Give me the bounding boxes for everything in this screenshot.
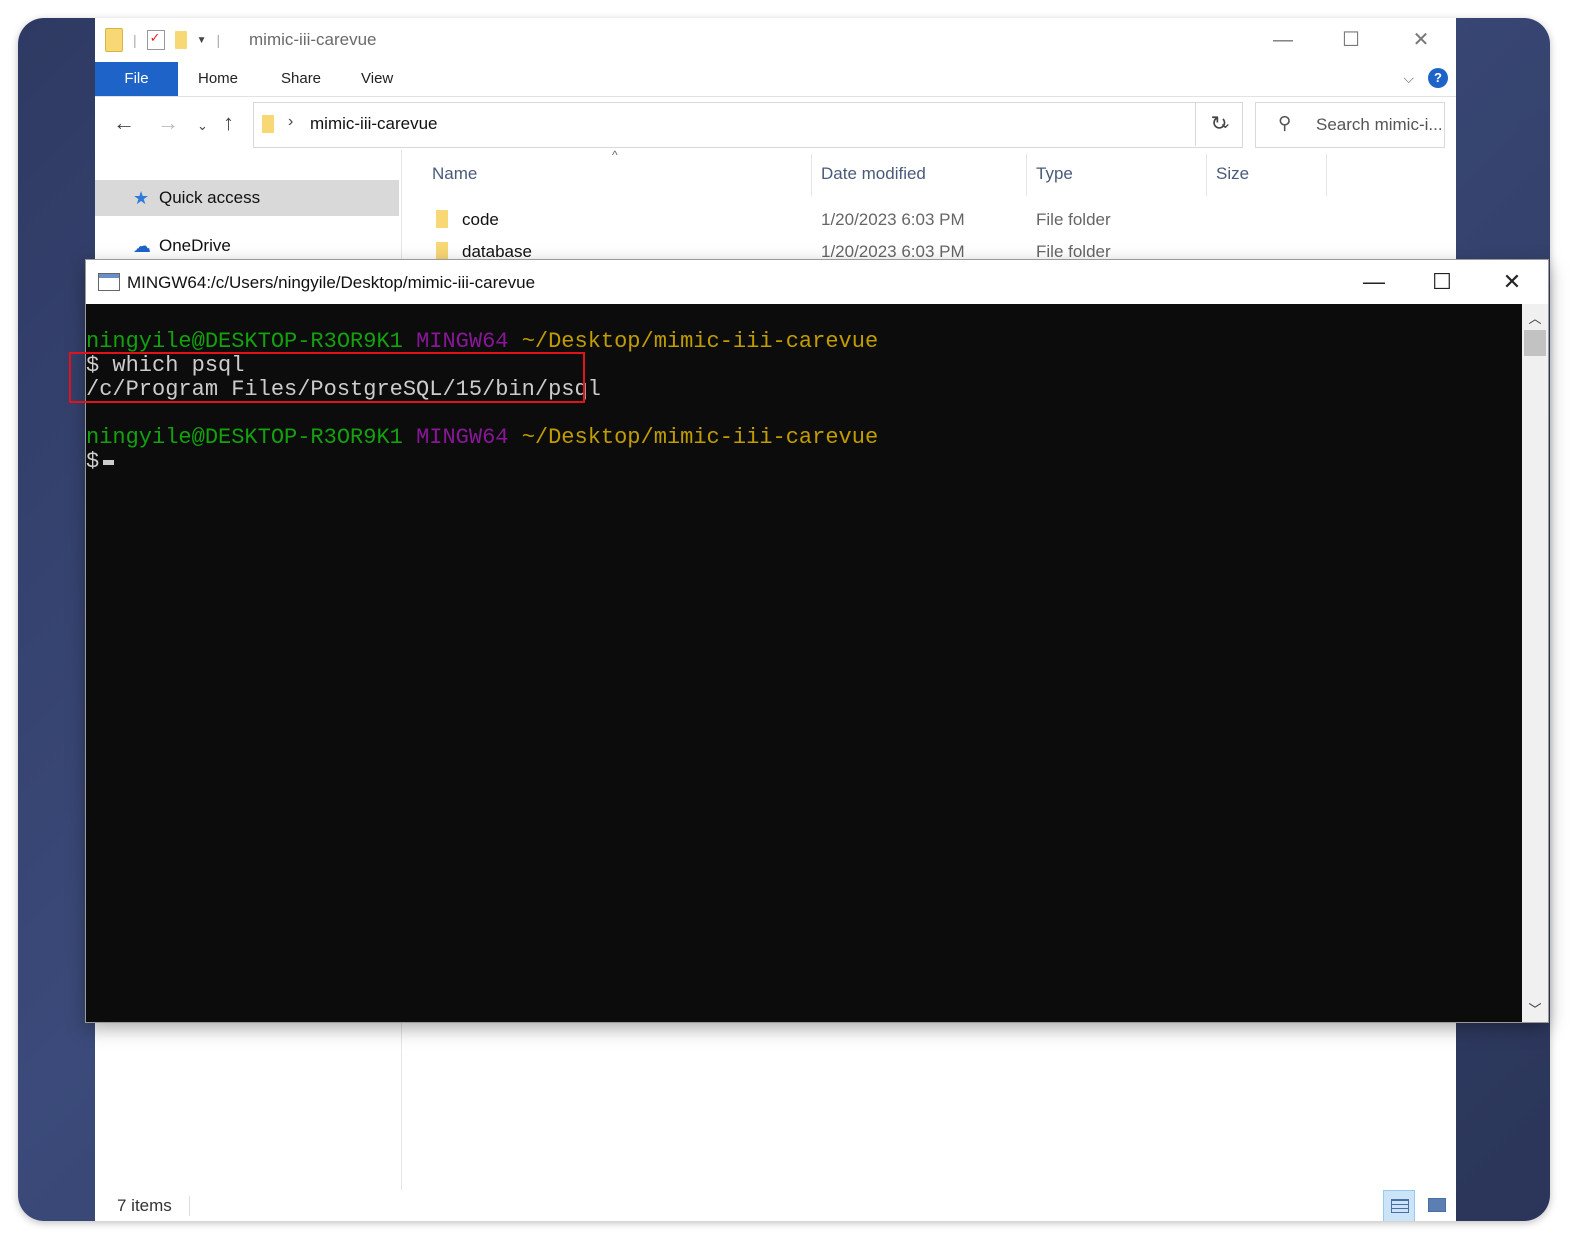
large-icons-view-button[interactable]	[1421, 1190, 1451, 1220]
help-icon[interactable]: ?	[1428, 68, 1448, 88]
quick-access-toolbar: | ▼ |	[105, 28, 220, 52]
maximize-button[interactable]: ☐	[1331, 26, 1371, 54]
expand-ribbon-icon[interactable]: ⌵	[1403, 70, 1414, 87]
status-bar: 7 items	[95, 1190, 1456, 1221]
prompt-env: MINGW64	[416, 425, 509, 450]
file-type: File folder	[1036, 242, 1111, 261]
column-header-size[interactable]: Size	[1216, 164, 1249, 184]
navigation-bar: ← → ⌄ ↑ › mimic-iii-carevue ⌄ ↻ ⚲ Search…	[95, 102, 1456, 150]
folder-icon[interactable]	[105, 28, 123, 52]
refresh-button[interactable]: ↻	[1195, 102, 1242, 146]
close-button[interactable]: ✕	[1401, 26, 1441, 54]
scrollbar-thumb[interactable]	[1524, 330, 1546, 356]
column-header-name[interactable]: Name	[432, 164, 477, 184]
terminal-close-button[interactable]: ✕	[1490, 268, 1534, 296]
back-arrow-icon[interactable]: ←	[113, 110, 135, 136]
terminal-output[interactable]: ningyile@DESKTOP-R3OR9K1 MINGW64 ~/Deskt…	[86, 304, 1522, 1022]
sort-ascending-icon: ^	[612, 148, 618, 162]
folder-icon	[436, 210, 448, 228]
ribbon-tabs: File Home Share View ⌵ ?	[95, 62, 1456, 97]
chevron-right-icon[interactable]: ›	[288, 113, 293, 131]
table-row[interactable]: code 1/20/2023 6:03 PM File folder	[402, 204, 1452, 236]
star-icon: ★	[133, 188, 150, 208]
details-view-icon	[1391, 1199, 1409, 1213]
sidebar-item-label: Quick access	[159, 188, 261, 207]
minimize-button[interactable]: —	[1263, 26, 1303, 54]
recent-locations-icon[interactable]: ⌄	[197, 118, 208, 134]
sidebar-item-onedrive[interactable]: ☁ OneDrive	[95, 228, 399, 264]
search-icon: ⚲	[1278, 113, 1292, 133]
file-type: File folder	[1036, 210, 1111, 229]
scroll-up-icon[interactable]: ︿	[1522, 308, 1548, 327]
file-date: 1/20/2023 6:03 PM	[821, 210, 965, 229]
prompt-env: MINGW64	[416, 329, 509, 354]
column-header-date[interactable]: Date modified	[821, 164, 926, 184]
folder-icon	[262, 115, 274, 133]
terminal-minimize-button[interactable]: —	[1352, 268, 1396, 296]
address-path[interactable]: mimic-iii-carevue	[310, 114, 438, 134]
file-name: database	[462, 242, 532, 261]
address-bar[interactable]: › mimic-iii-carevue ⌄	[253, 102, 1243, 148]
file-name: code	[462, 210, 499, 229]
window-title: mimic-iii-carevue	[249, 30, 377, 49]
cloud-icon: ☁	[133, 236, 151, 256]
tab-share[interactable]: Share	[281, 62, 321, 96]
prompt-line: ningyile@DESKTOP-R3OR9K1 MINGW64 ~/Deskt…	[86, 330, 878, 354]
prompt-symbol: $	[86, 449, 100, 474]
sidebar-item-label: OneDrive	[159, 236, 231, 255]
explorer-titlebar: | ▼ | mimic-iii-carevue — ☐ ✕	[95, 18, 1456, 62]
file-date: 1/20/2023 6:03 PM	[821, 242, 965, 261]
folder-icon	[436, 242, 448, 260]
up-arrow-icon[interactable]: ↑	[223, 110, 234, 136]
large-icons-view-icon	[1428, 1198, 1446, 1212]
tab-view[interactable]: View	[361, 62, 393, 96]
search-input[interactable]: ⚲ Search mimic-i...	[1255, 102, 1445, 148]
terminal-maximize-button[interactable]: ☐	[1420, 268, 1464, 296]
details-view-button[interactable]	[1383, 1190, 1415, 1221]
tab-home[interactable]: Home	[198, 62, 238, 96]
customize-toolbar-icon[interactable]: ▼	[197, 35, 207, 46]
highlight-annotation-box	[69, 352, 585, 403]
prompt-path: ~/Desktop/mimic-iii-carevue	[521, 329, 879, 354]
terminal-title: MINGW64:/c/Users/ningyile/Desktop/mimic-…	[127, 273, 536, 292]
column-header-type[interactable]: Type	[1036, 164, 1073, 184]
new-folder-icon[interactable]	[174, 31, 187, 49]
item-count: 7 items	[117, 1196, 172, 1215]
prompt-path: ~/Desktop/mimic-iii-carevue	[521, 425, 879, 450]
terminal-app-icon[interactable]	[98, 273, 120, 291]
forward-arrow-icon[interactable]: →	[157, 110, 179, 136]
scroll-down-icon[interactable]: ﹀	[1522, 999, 1548, 1018]
search-placeholder[interactable]: Search mimic-i...	[1316, 115, 1443, 135]
input-line[interactable]: $	[86, 449, 115, 474]
prompt-line: ningyile@DESKTOP-R3OR9K1 MINGW64 ~/Deskt…	[86, 426, 878, 450]
prompt-user: ningyile@DESKTOP-R3OR9K1	[86, 329, 403, 354]
sidebar-item-quick-access[interactable]: ★ Quick access	[95, 180, 399, 216]
properties-icon[interactable]	[146, 30, 165, 50]
tab-file[interactable]: File	[95, 62, 178, 96]
text-cursor	[103, 460, 115, 465]
terminal-titlebar: MINGW64:/c/Users/ningyile/Desktop/mimic-…	[86, 260, 1548, 304]
terminal-scrollbar[interactable]: ︿ ﹀	[1522, 304, 1548, 1022]
prompt-user: ningyile@DESKTOP-R3OR9K1	[86, 425, 403, 450]
